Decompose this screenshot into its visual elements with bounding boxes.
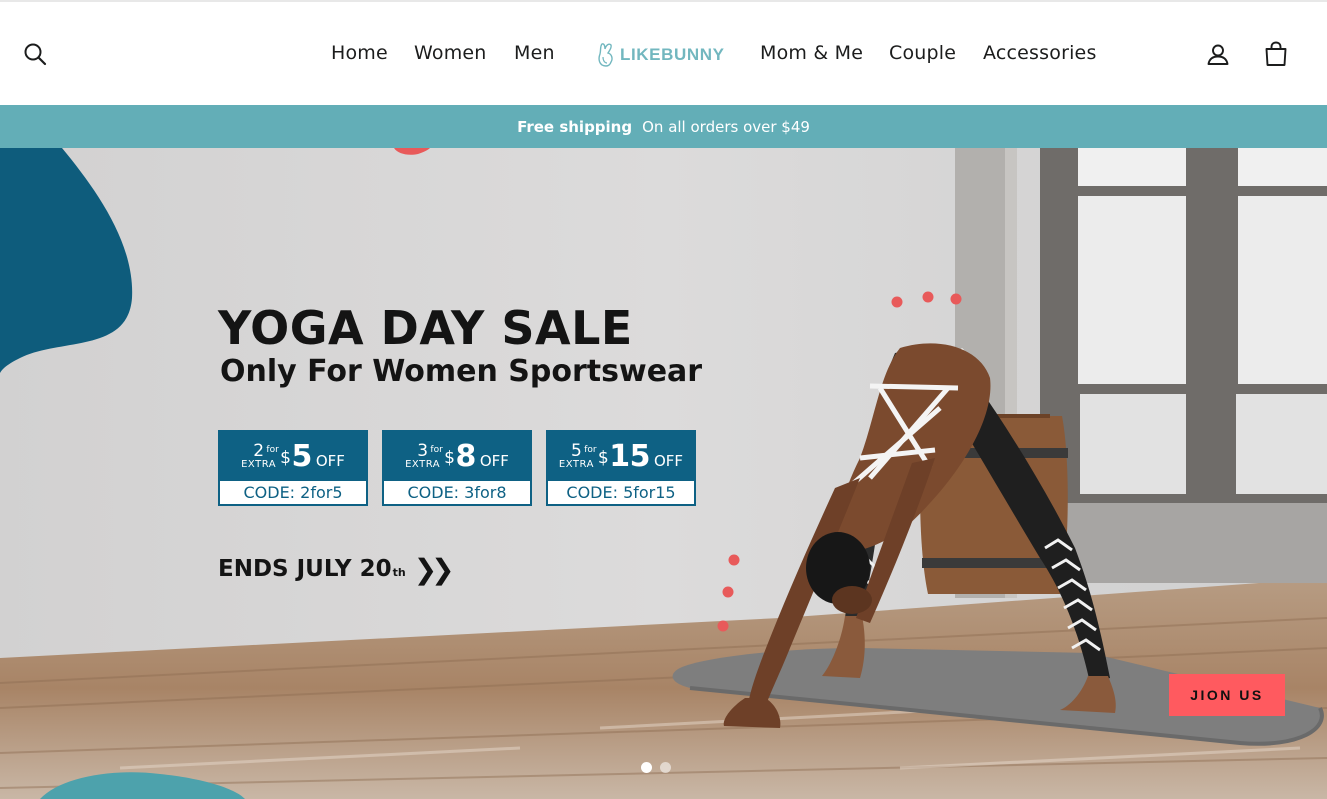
- hero-headline: YOGA DAY SALE: [218, 301, 633, 355]
- cart-button[interactable]: [1262, 40, 1290, 68]
- account-icon: [1207, 44, 1229, 65]
- announcement-text: On all orders over $49: [642, 117, 810, 136]
- coupon-amount-value: 15: [609, 439, 650, 474]
- coupon-off-label: OFF: [315, 451, 345, 470]
- coupon-qty-number: 3: [417, 441, 429, 461]
- coupon-quantity: 5 for EXTRA: [558, 441, 597, 470]
- cart-bag-icon: [1265, 41, 1287, 66]
- coupon-amount-value: 5: [291, 439, 312, 474]
- slide-dot-1[interactable]: [641, 762, 652, 773]
- site-logo[interactable]: LIKEBUNNY: [596, 42, 725, 68]
- coupon-off-label: OFF: [479, 451, 509, 470]
- announcement-bar: Free shipping On all orders over $49: [0, 105, 1327, 148]
- coupon-qty-number: 5: [571, 441, 582, 461]
- coupon-code: CODE: 2for5: [243, 483, 343, 502]
- hero-subhead: Only For Women Sportswear: [220, 354, 703, 389]
- coupon-code: CODE: 5for15: [566, 483, 676, 502]
- coupon-qty-number: 2: [253, 441, 265, 461]
- coupon-amount-value: 8: [455, 439, 476, 474]
- coupon-extra-label: EXTRA: [241, 459, 277, 470]
- coupon-amount: $15: [597, 439, 651, 474]
- nav-home[interactable]: Home: [331, 42, 388, 64]
- coupon-extra-label: EXTRA: [558, 459, 594, 470]
- coupon-quantity: 3 for EXTRA: [405, 441, 443, 470]
- coupon-5for15[interactable]: 5 for EXTRA $15 OFF CODE: 5for15: [546, 430, 696, 506]
- main-nav: Home Women Men LIKEBUNNY Mom & Me Couple…: [0, 2, 1327, 105]
- announcement-bold: Free shipping: [517, 117, 633, 136]
- site-header: Home Women Men LIKEBUNNY Mom & Me Couple…: [0, 2, 1327, 105]
- slide-dot-2[interactable]: [660, 762, 671, 773]
- sale-end-notice: ENDS JULY 20 th ❯❯: [218, 550, 455, 586]
- coupon-code: CODE: 3for8: [407, 483, 507, 502]
- coupon-2for5[interactable]: 2 for EXTRA $5 OFF CODE: 2for5: [218, 430, 368, 506]
- coupon-offer: 2 for EXTRA $5 OFF: [220, 432, 366, 481]
- coupon-amount: $5: [280, 439, 312, 474]
- coupon-currency: $: [280, 448, 291, 468]
- coupon-offer: 3 for EXTRA $8 OFF: [384, 432, 530, 481]
- logo-text: LIKEBUNNY: [620, 45, 725, 64]
- coupon-extra-label: EXTRA: [405, 459, 441, 470]
- nav-mom-and-me[interactable]: Mom & Me: [760, 42, 863, 64]
- join-us-button[interactable]: JION US: [1169, 674, 1285, 716]
- coupon-off-label: OFF: [654, 451, 684, 470]
- coupon-amount: $8: [444, 439, 476, 474]
- nav-accessories[interactable]: Accessories: [983, 42, 1097, 64]
- bunny-logo-icon: [598, 43, 613, 67]
- double-chevron-right-icon: ❯❯: [413, 553, 455, 586]
- coupon-currency: $: [597, 448, 609, 468]
- coupon-offer: 5 for EXTRA $15 OFF: [548, 432, 694, 481]
- coupon-currency: $: [444, 448, 455, 468]
- coupon-3for8[interactable]: 3 for EXTRA $8 OFF CODE: 3for8: [382, 430, 532, 506]
- sale-end-text: ENDS JULY 20: [218, 556, 392, 582]
- nav-men[interactable]: Men: [514, 42, 555, 64]
- nav-women[interactable]: Women: [414, 42, 487, 64]
- account-button[interactable]: [1204, 40, 1232, 68]
- hero-slideshow: YOGA DAY SALE Only For Women Sportswear …: [0, 148, 1327, 799]
- coupon-quantity: 2 for EXTRA: [241, 441, 279, 470]
- nav-couple[interactable]: Couple: [889, 42, 956, 64]
- sale-end-suffix: th: [392, 566, 406, 579]
- slideshow-pagination: [641, 762, 671, 773]
